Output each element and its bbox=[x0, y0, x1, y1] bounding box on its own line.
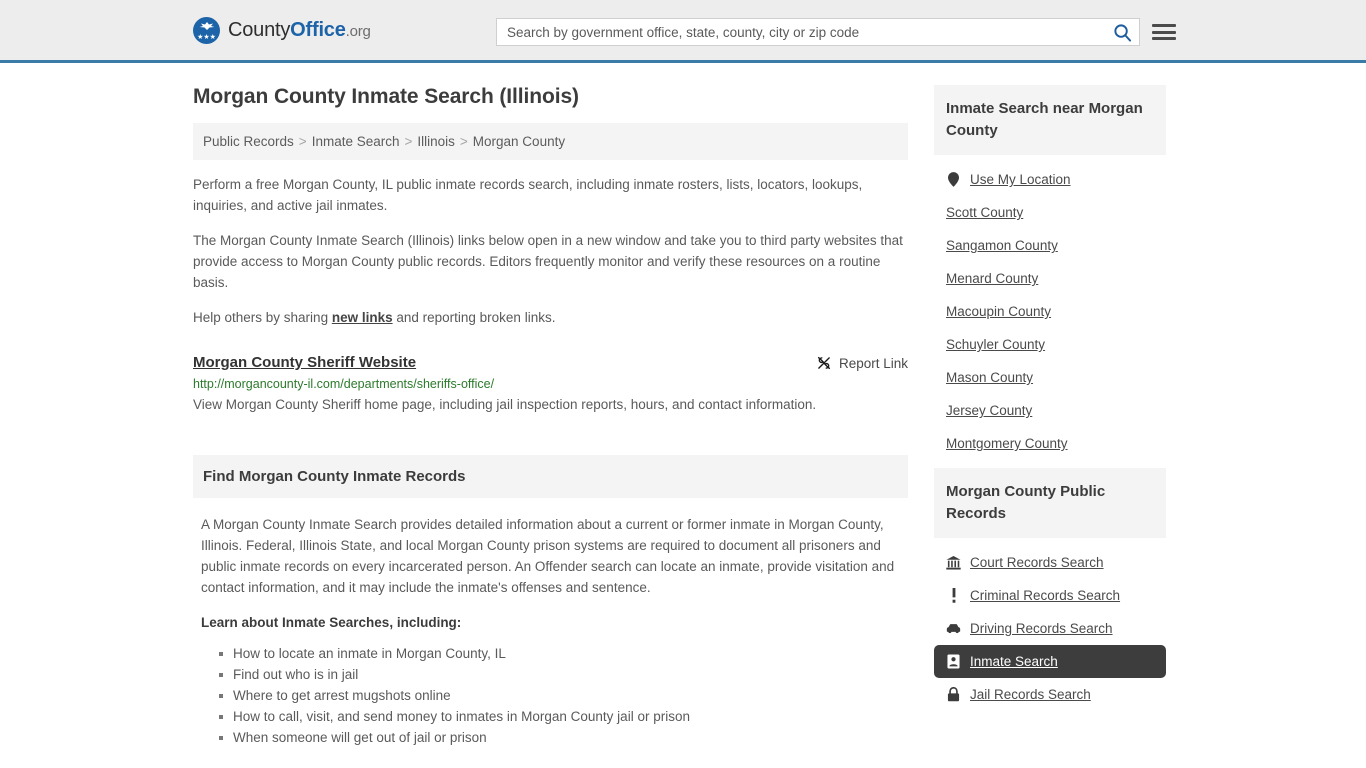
exclamation-icon bbox=[946, 588, 961, 603]
breadcrumb-separator: > bbox=[404, 134, 413, 149]
sidebar-item-label[interactable]: Inmate Search bbox=[970, 654, 1058, 669]
list-item: When someone will get out of jail or pri… bbox=[219, 727, 900, 748]
breadcrumb-item-morgan-county[interactable]: Morgan County bbox=[473, 134, 565, 149]
find-records-heading: Find Morgan County Inmate Records bbox=[193, 455, 908, 498]
sidebar: Inmate Search near Morgan County Use My … bbox=[934, 85, 1166, 748]
breadcrumb-separator: > bbox=[459, 134, 468, 149]
sidebar-item-jail-records-search[interactable]: Jail Records Search bbox=[934, 678, 1166, 711]
intro-paragraph-2: The Morgan County Inmate Search (Illinoi… bbox=[193, 233, 903, 290]
list-item: Where to get arrest mugshots online bbox=[219, 685, 900, 706]
intro-paragraph-1: Perform a free Morgan County, IL public … bbox=[193, 177, 863, 213]
sidebar-item-menard-county[interactable]: Menard County bbox=[934, 262, 1166, 295]
sidebar-item-driving-records-search[interactable]: Driving Records Search bbox=[934, 612, 1166, 645]
sidebar-item-label[interactable]: Criminal Records Search bbox=[970, 588, 1120, 603]
help-share-paragraph: Help others by sharing new links and rep… bbox=[193, 307, 908, 328]
search-icon bbox=[1113, 23, 1131, 42]
search-input[interactable] bbox=[497, 24, 1105, 40]
id-badge-icon bbox=[946, 654, 961, 669]
sidebar-item-jersey-county[interactable]: Jersey County bbox=[934, 394, 1166, 427]
map-pin-icon bbox=[946, 172, 961, 187]
sidebar-item-court-records-search[interactable]: Court Records Search bbox=[934, 546, 1166, 579]
brand-wordmark: CountyOffice.org bbox=[228, 19, 371, 42]
breadcrumb-separator: > bbox=[298, 134, 307, 149]
sidebar-item-label[interactable]: Schuyler County bbox=[946, 337, 1045, 352]
nearby-search-heading: Inmate Search near Morgan County bbox=[934, 85, 1166, 155]
page-title: Morgan County Inmate Search (Illinois) bbox=[193, 85, 579, 108]
search-button[interactable] bbox=[1105, 19, 1139, 45]
sheriff-website-link[interactable]: Morgan County Sheriff Website bbox=[193, 354, 416, 371]
public-records-card: Morgan County Public Records Court Recor… bbox=[934, 468, 1166, 711]
nearby-search-list: Use My Location Scott County Sangamon Co… bbox=[934, 155, 1166, 460]
menu-bar-2 bbox=[1152, 30, 1176, 34]
public-records-heading: Morgan County Public Records bbox=[934, 468, 1166, 538]
learn-about-list: How to locate an inmate in Morgan County… bbox=[201, 643, 900, 748]
eagle-seal-icon: ★★★ bbox=[193, 16, 220, 44]
list-item: How to locate an inmate in Morgan County… bbox=[219, 643, 900, 664]
help-prefix: Help others by sharing bbox=[193, 310, 332, 325]
public-records-list: Court Records Search Criminal Records Se… bbox=[934, 538, 1166, 711]
breadcrumb-item-illinois[interactable]: Illinois bbox=[417, 134, 455, 149]
link-entry: Morgan County Sheriff Website Report Lin… bbox=[193, 354, 908, 415]
car-icon bbox=[946, 621, 961, 636]
sidebar-item-label[interactable]: Scott County bbox=[946, 205, 1023, 220]
sidebar-item-label[interactable]: Jail Records Search bbox=[970, 687, 1091, 702]
sidebar-item-scott-county[interactable]: Scott County bbox=[934, 196, 1166, 229]
lock-icon bbox=[946, 687, 961, 702]
sidebar-item-inmate-search[interactable]: Inmate Search bbox=[934, 645, 1166, 678]
sidebar-item-label[interactable]: Macoupin County bbox=[946, 304, 1051, 319]
learn-about-lead: Learn about Inmate Searches, including: bbox=[201, 615, 462, 630]
menu-bar-3 bbox=[1152, 37, 1176, 40]
sidebar-item-mason-county[interactable]: Mason County bbox=[934, 361, 1166, 394]
brand-part-org: .org bbox=[345, 22, 371, 40]
sidebar-item-sangamon-county[interactable]: Sangamon County bbox=[934, 229, 1166, 262]
page-body: Morgan County Inmate Search (Illinois) P… bbox=[0, 63, 1366, 748]
broken-link-icon bbox=[817, 356, 830, 370]
new-links-link[interactable]: new links bbox=[332, 310, 393, 325]
sidebar-item-schuyler-county[interactable]: Schuyler County bbox=[934, 328, 1166, 361]
stars-glyph: ★★★ bbox=[197, 33, 216, 41]
site-logo[interactable]: ★★★ CountyOffice.org bbox=[193, 16, 371, 44]
hamburger-menu-icon[interactable] bbox=[1152, 20, 1176, 44]
sidebar-item-label[interactable]: Menard County bbox=[946, 271, 1038, 286]
main-column: Morgan County Inmate Search (Illinois) P… bbox=[193, 85, 908, 748]
breadcrumb: Public Records > Inmate Search > Illinois > Mo… bbox=[193, 123, 908, 160]
brand-part-county: County bbox=[228, 18, 291, 41]
sidebar-item-macoupin-county[interactable]: Macoupin County bbox=[934, 295, 1166, 328]
sidebar-item-label[interactable]: Use My Location bbox=[970, 172, 1071, 187]
breadcrumb-item-inmate-search[interactable]: Inmate Search bbox=[312, 134, 400, 149]
find-records-paragraph: A Morgan County Inmate Search provides d… bbox=[201, 517, 895, 595]
search-bar bbox=[496, 18, 1140, 46]
site-header: ★★★ CountyOffice.org bbox=[0, 0, 1366, 63]
sheriff-website-description: View Morgan County Sheriff home page, in… bbox=[193, 397, 817, 412]
courthouse-icon bbox=[946, 555, 961, 570]
list-item: Find out who is in jail bbox=[219, 664, 900, 685]
menu-bar-1 bbox=[1152, 24, 1176, 27]
breadcrumb-item-public-records[interactable]: Public Records bbox=[203, 134, 294, 149]
sheriff-website-url[interactable]: http://morgancounty-il.com/departments/s… bbox=[193, 377, 908, 391]
find-records-section: Find Morgan County Inmate Records A Morg… bbox=[193, 455, 908, 748]
sidebar-item-label[interactable]: Jersey County bbox=[946, 403, 1032, 418]
sidebar-item-use-my-location[interactable]: Use My Location bbox=[934, 163, 1166, 196]
sidebar-item-label[interactable]: Sangamon County bbox=[946, 238, 1058, 253]
sidebar-item-criminal-records-search[interactable]: Criminal Records Search bbox=[934, 579, 1166, 612]
sidebar-item-label[interactable]: Montgomery County bbox=[946, 436, 1068, 451]
brand-part-office: Office bbox=[290, 18, 346, 41]
sidebar-item-label[interactable]: Driving Records Search bbox=[970, 621, 1113, 636]
eagle-glyph bbox=[199, 21, 214, 30]
report-link-label: Report Link bbox=[838, 355, 908, 371]
help-suffix: and reporting broken links. bbox=[392, 310, 556, 325]
sidebar-item-montgomery-county[interactable]: Montgomery County bbox=[934, 427, 1166, 460]
sidebar-item-label[interactable]: Mason County bbox=[946, 370, 1033, 385]
list-item: How to call, visit, and send money to in… bbox=[219, 706, 900, 727]
report-link-button[interactable]: Report Link bbox=[816, 354, 908, 371]
sidebar-item-label[interactable]: Court Records Search bbox=[970, 555, 1104, 570]
nearby-search-card: Inmate Search near Morgan County Use My … bbox=[934, 85, 1166, 460]
